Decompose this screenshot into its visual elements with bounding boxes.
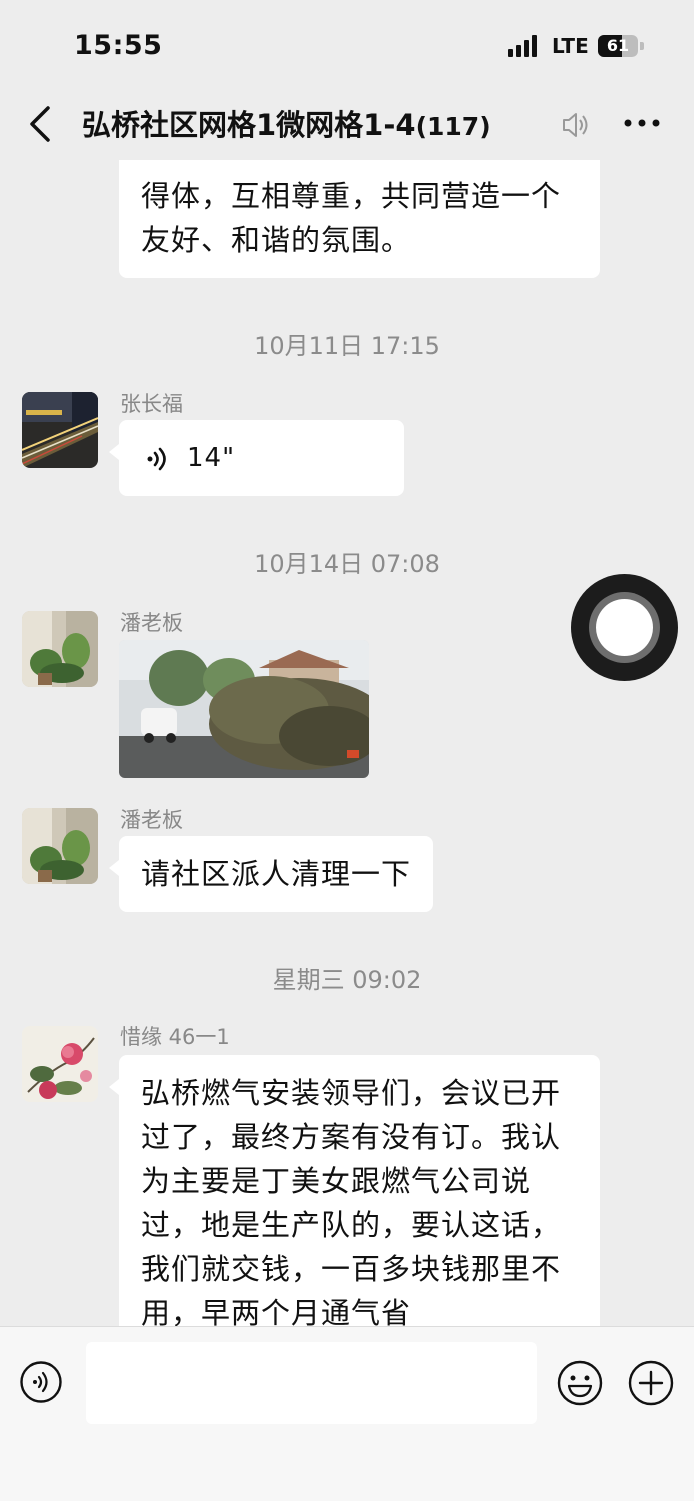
- network-label: LTE: [552, 34, 589, 58]
- voice-message-bubble[interactable]: 14": [109, 420, 404, 496]
- timestamp: 10月11日 17:15: [254, 332, 440, 360]
- speaker-icon: [563, 113, 588, 137]
- sender-name: 惜缘 46一1: [120, 1025, 230, 1049]
- message-text: 得体，互相尊重，共同营造一个友好、和谐的氛围。: [141, 179, 562, 257]
- message-bubble-partial[interactable]: 得体，互相尊重，共同营造一个友好、和谐的氛围。: [119, 160, 600, 278]
- input-bar: [0, 1326, 694, 1501]
- signal-icon: [508, 33, 544, 57]
- battery-level: 61: [606, 36, 630, 55]
- avatar-city-night-image: [22, 392, 98, 468]
- avatar-plants-image: [22, 808, 98, 884]
- image-message[interactable]: [119, 640, 369, 778]
- message-text: 请社区派人清理一下: [141, 857, 412, 891]
- battery-cap: [640, 42, 644, 50]
- status-time: 15:55: [74, 30, 163, 61]
- text-message-bubble[interactable]: 弘桥燃气安装领导们，会议已开过了，最终方案有没有订。我认为主要是丁美女跟燃气公司…: [109, 1055, 600, 1326]
- floating-button-core: [596, 599, 653, 656]
- chat-header: 弘桥社区网格1微网格1-4(117): [0, 90, 694, 160]
- clipped-line: [141, 160, 578, 174]
- sender-name: 张长福: [120, 392, 183, 416]
- battery-icon: 61: [598, 35, 638, 57]
- voice-duration: 14": [187, 443, 236, 473]
- message-text: 弘桥燃气安装领导们，会议已开过了，最终方案有没有订。我认为主要是丁美女跟燃气公司…: [141, 1076, 562, 1326]
- voice-wave-icon[interactable]: [20, 1361, 62, 1403]
- voice-wave-icon: [147, 447, 166, 471]
- status-bar: 15:55 LTE 61: [0, 0, 694, 90]
- group-name: 弘桥社区网格1微网格1-4: [82, 108, 416, 142]
- sender-name: 潘老板: [120, 808, 183, 832]
- member-count: (117): [415, 112, 491, 141]
- avatar[interactable]: [22, 1026, 98, 1102]
- avatar[interactable]: [22, 808, 98, 884]
- message-input[interactable]: [86, 1342, 537, 1424]
- ellipsis-icon[interactable]: [622, 108, 662, 138]
- fallen-tree-photo: [119, 640, 369, 778]
- timestamp: 星期三 09:02: [272, 966, 422, 994]
- text-message-bubble[interactable]: 请社区派人清理一下: [108, 836, 434, 912]
- floating-assistive-button[interactable]: [571, 574, 678, 681]
- sender-name: 潘老板: [120, 611, 183, 635]
- plus-circle-icon[interactable]: [628, 1360, 674, 1406]
- message-list[interactable]: 得体，互相尊重，共同营造一个友好、和谐的氛围。 10月11日 17:15 张长福…: [0, 160, 694, 1326]
- avatar[interactable]: [22, 611, 98, 687]
- back-chevron-icon[interactable]: [24, 104, 58, 144]
- smiley-icon[interactable]: [557, 1360, 603, 1406]
- avatar-peony-painting-image: [22, 1026, 98, 1102]
- avatar[interactable]: [22, 392, 98, 468]
- chat-title[interactable]: 弘桥社区网格1微网格1-4(117): [82, 102, 491, 144]
- timestamp: 10月14日 07:08: [254, 550, 440, 578]
- avatar-plants-image: [22, 611, 98, 687]
